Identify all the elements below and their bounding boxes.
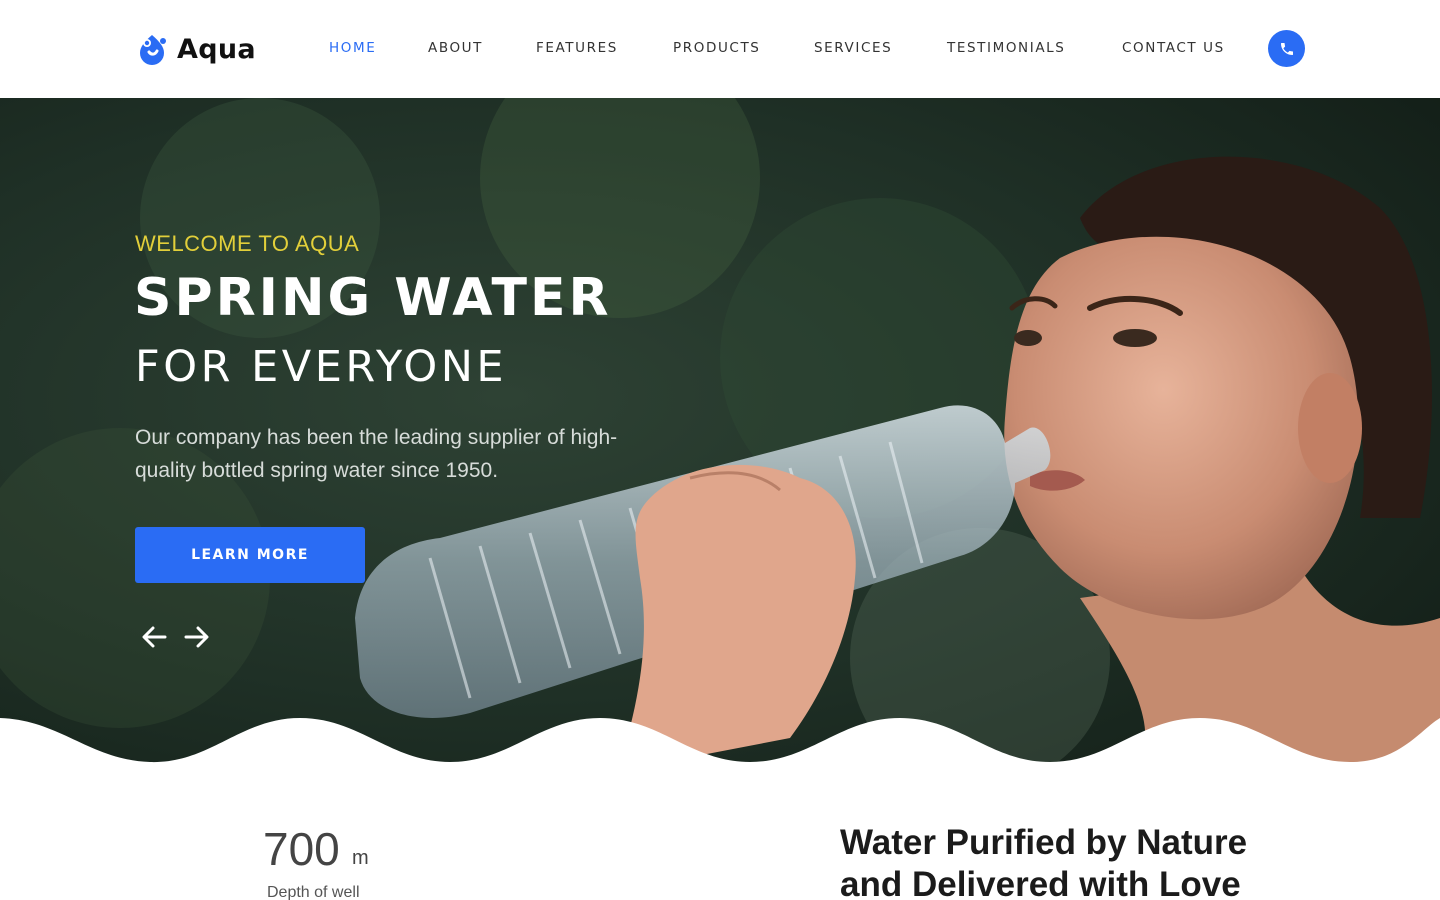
arrow-left-icon[interactable] (139, 622, 169, 652)
nav-item-features[interactable]: FEATURES (536, 40, 618, 56)
arrow-right-icon[interactable] (182, 622, 212, 652)
nav-item-testimonials[interactable]: TESTIMONIALS (947, 40, 1065, 56)
site-header: Aqua HOME ABOUT FEATURES PRODUCTS SERVIC… (0, 0, 1440, 98)
learn-more-button[interactable]: LEARN MORE (135, 527, 365, 583)
hero-welcome: WELCOME TO AQUA (135, 231, 360, 256)
stat-depth-unit: m (352, 847, 369, 869)
hero-subtitle: FOR EVERYONE (135, 342, 508, 392)
phone-icon (1280, 42, 1293, 55)
hero-title: SPRING WATER (134, 268, 612, 328)
intro-title: Water Purified by Nature and Delivered w… (840, 823, 1248, 900)
nav-item-contact-us[interactable]: CONTACT US (1122, 40, 1225, 56)
wave-divider (0, 718, 1440, 770)
nav-item-services[interactable]: SERVICES (814, 40, 892, 56)
logo[interactable]: Aqua (135, 30, 256, 68)
nav-item-products[interactable]: PRODUCTS (673, 40, 760, 56)
nav-item-home[interactable]: HOME (329, 40, 376, 56)
logo-icon (140, 35, 166, 65)
logo-text: Aqua (177, 33, 256, 65)
stat-depth-label: Depth of well (267, 884, 360, 900)
hero-description: Our company has been the leading supplie… (135, 426, 618, 482)
nav-item-about[interactable]: ABOUT (428, 40, 483, 56)
hero-section: WELCOME TO AQUA SPRING WATER FOR EVERYON… (0, 98, 1440, 763)
stat-depth-value: 700 (263, 823, 340, 875)
phone-button[interactable] (1268, 30, 1305, 67)
